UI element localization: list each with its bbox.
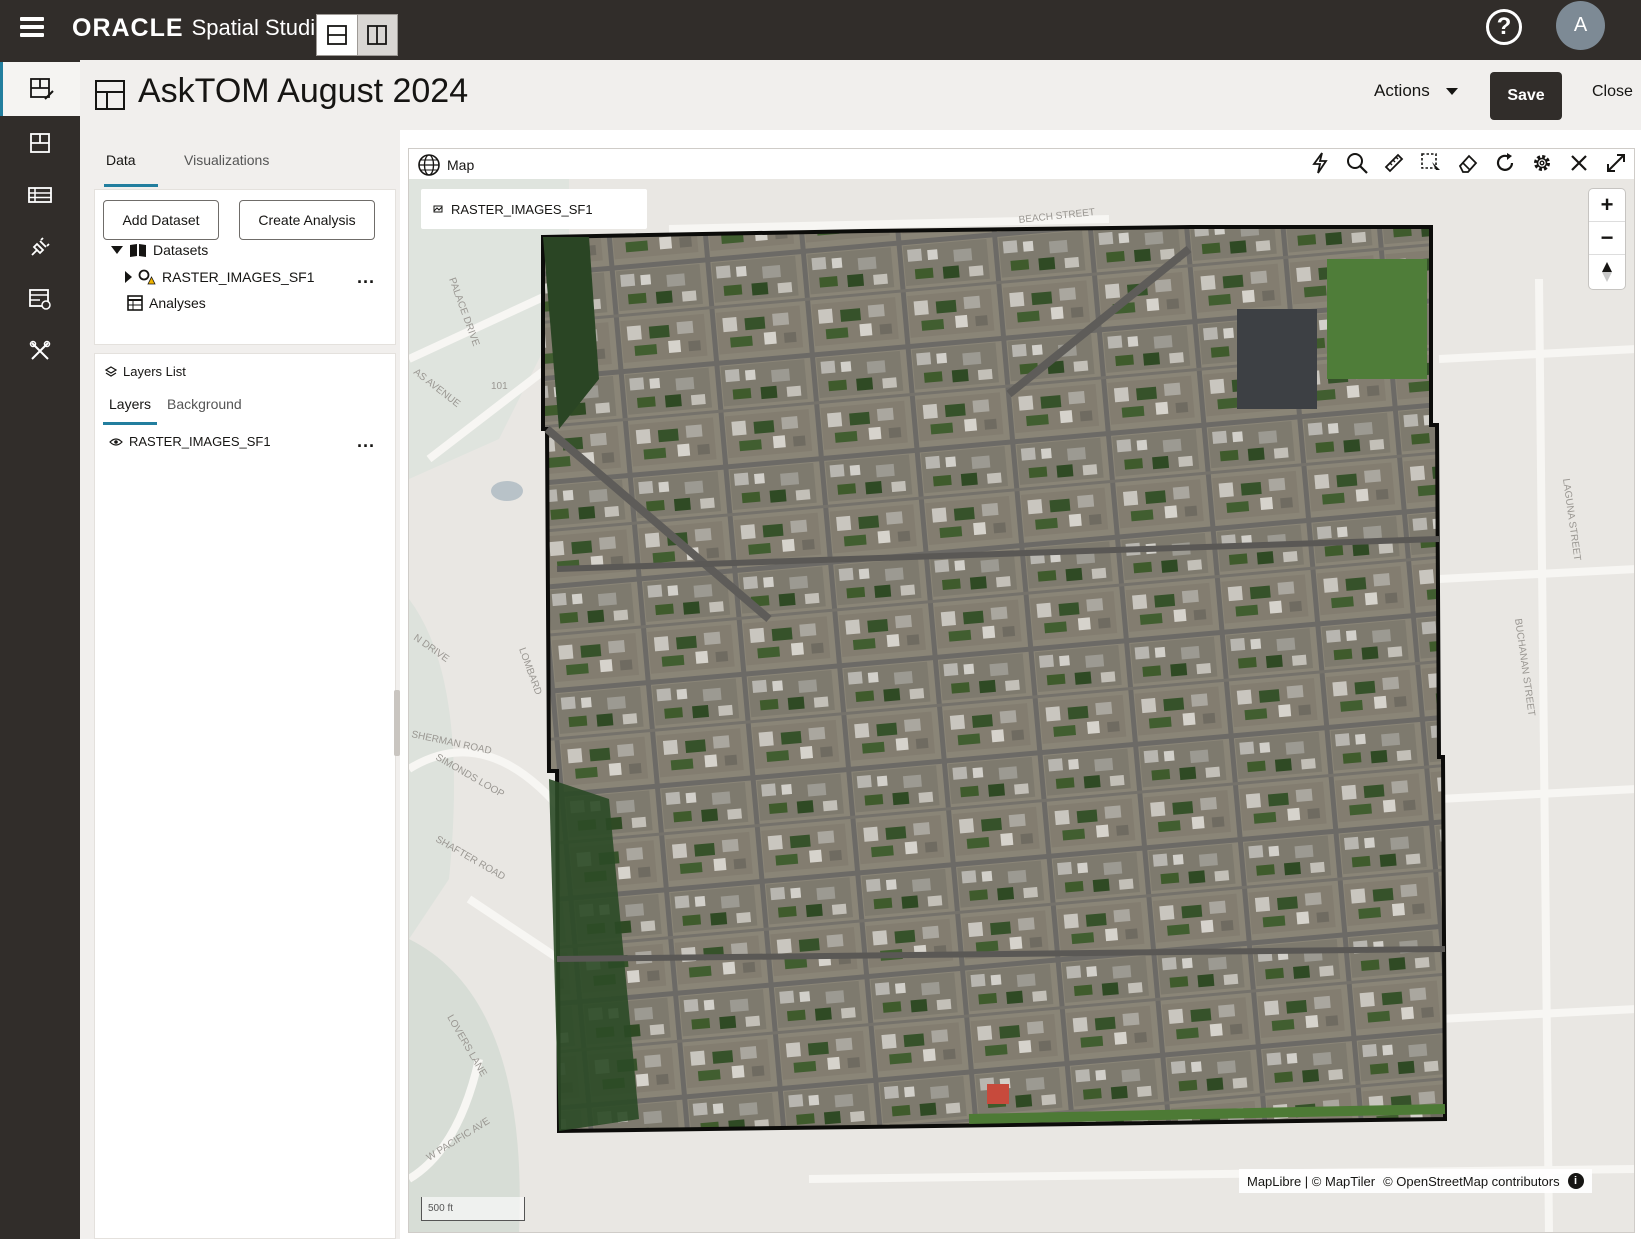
dataset-item-label: RASTER_IMAGES_SF1 [162,269,315,285]
compass-icon [1602,261,1612,282]
tools-icon [29,340,51,360]
raster-image-layer[interactable] [541,225,1448,1134]
eraser-icon[interactable] [1456,151,1480,175]
analysis-table-icon [127,295,143,311]
layers-card: Layers List Layers Background RASTER_IMA… [94,353,396,1239]
panel-tabs: Data Visualizations [94,144,380,187]
rail-administration[interactable] [0,324,80,378]
actions-menu-button[interactable]: Actions [1374,81,1458,101]
caret-right-icon [125,271,132,283]
layout-vertical-button[interactable] [356,15,397,55]
tab-visualizations[interactable]: Visualizations [184,152,269,168]
hamburger-menu-icon[interactable] [20,14,44,38]
split-vertical-icon [367,25,388,45]
create-analysis-button[interactable]: Create Analysis [239,200,375,240]
info-icon[interactable]: i [1567,1173,1584,1189]
analyses-label: Analyses [149,295,206,311]
book-icon [130,244,146,257]
layers-list-title: Layers List [123,364,186,379]
layout-toggle [316,14,398,56]
ruler-icon[interactable] [1382,151,1406,175]
rail-projects[interactable] [0,116,80,170]
map-graphic: BEACH STREET PALACE DRIVE 101 AS AVENUE … [409,179,1634,1232]
split-horizontal-icon [327,25,347,45]
rail-datasets[interactable] [0,168,80,222]
projects-icon [30,133,50,153]
layers-list-header: Layers List [105,364,186,379]
map-panel: Map BEACH STREET PALACE DRIVE 101 AS AVE… [408,148,1635,1233]
top-bar: ORACLE Spatial Studio ? A [0,0,1641,60]
layers-icon [105,365,117,377]
plug-icon [31,237,50,256]
tab-layers[interactable]: Layers [109,396,151,412]
layer-item-label: RASTER_IMAGES_SF1 [129,434,271,449]
map-layer-chip-label: RASTER_IMAGES_SF1 [451,201,593,217]
rail-jobs[interactable] [0,272,80,326]
map-layer-chip[interactable]: RASTER_IMAGES_SF1 [421,189,647,229]
tree-datasets[interactable]: Datasets [111,242,208,258]
panel-splitter-handle[interactable] [394,690,400,756]
expand-icon[interactable] [1604,151,1628,175]
layer-item[interactable]: RASTER_IMAGES_SF1 [109,434,271,449]
caret-down-icon [111,246,123,254]
user-avatar[interactable]: A [1556,1,1605,50]
zoom-in-button[interactable]: + [1589,189,1625,222]
attribution-maplibre[interactable]: MapLibre | © MapTiler [1247,1174,1375,1189]
map-toolbar [1308,151,1628,175]
layer-more-icon[interactable]: ··· [357,437,375,455]
gear-icon[interactable] [1530,151,1554,175]
layout-horizontal-button[interactable] [317,15,357,55]
rail-edit-project[interactable] [0,62,80,116]
jobs-icon [29,289,51,310]
project-header: AskTOM August 2024 Actions Save Close [80,60,1641,130]
datasets-label: Datasets [153,242,209,258]
table-icon [28,187,52,203]
eye-icon[interactable] [109,437,123,447]
street-label: 101 [491,381,508,392]
project-layout-icon [95,80,125,110]
nav-rail [0,60,80,1239]
page-title: AskTOM August 2024 [138,72,469,110]
edit-layout-icon [29,78,54,100]
active-tab-indicator [104,184,158,187]
app-brand: ORACLE Spatial Studio [72,13,327,43]
zoom-out-button[interactable]: − [1589,222,1625,255]
search-icon[interactable] [1345,151,1369,175]
add-dataset-button[interactable]: Add Dataset [103,200,219,240]
save-button[interactable]: Save [1490,72,1562,120]
chevron-down-icon [1445,87,1458,95]
dataset-more-icon[interactable]: ··· [357,273,375,291]
data-card: Add Dataset Create Analysis Datasets RAS… [94,189,396,345]
refresh-icon[interactable] [1493,151,1517,175]
tree-analyses[interactable]: Analyses [127,295,206,311]
zoom-control: + − [1589,189,1625,289]
compass-button[interactable] [1589,255,1625,288]
globe-icon [418,154,440,176]
map-title: Map [417,153,474,177]
map-attribution: MapLibre | © MapTiler © OpenStreetMap co… [1239,1169,1592,1193]
close-icon[interactable] [1567,151,1591,175]
brand-product: Spatial Studio [191,15,328,40]
lightning-icon[interactable] [1308,151,1332,175]
select-area-icon[interactable] [1419,151,1443,175]
raster-warning-icon [138,269,156,285]
tab-data[interactable]: Data [106,152,136,168]
attribution-osm[interactable]: © OpenStreetMap contributors [1383,1174,1560,1189]
layer-image-icon [433,205,443,213]
map-scale-bar: 500 ft [421,1197,525,1221]
tab-background[interactable]: Background [167,396,242,412]
map-canvas[interactable]: BEACH STREET PALACE DRIVE 101 AS AVENUE … [409,179,1634,1232]
active-tab-indicator [103,422,157,425]
rail-connections[interactable] [0,220,80,274]
map-header: Map [409,149,1634,179]
brand-oracle: ORACLE [72,13,184,42]
actions-label: Actions [1374,81,1430,100]
help-icon[interactable]: ? [1486,9,1522,45]
map-title-label: Map [447,157,475,173]
close-button[interactable]: Close [1592,83,1633,101]
tree-dataset-item[interactable]: RASTER_IMAGES_SF1 [125,269,315,285]
